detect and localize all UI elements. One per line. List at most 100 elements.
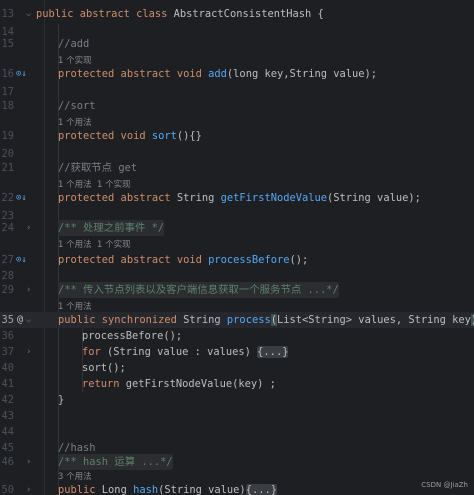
- implemented-method-icon[interactable]: ⊙↓: [16, 190, 27, 206]
- line-number: 21: [1, 162, 14, 174]
- code-text: protected abstract String getFirstNodeVa…: [58, 190, 421, 206]
- line-number: 42: [1, 394, 14, 406]
- method-name: hash: [133, 484, 159, 495]
- params: (String value);: [327, 192, 421, 204]
- code-text: sort();: [82, 362, 126, 374]
- type-name: String: [176, 192, 221, 204]
- fold-chevron-icon[interactable]: ›: [26, 454, 31, 470]
- code-line-37[interactable]: 37 › for (String value : values) {...}: [0, 344, 474, 360]
- code-line-36[interactable]: 36 processBefore();: [0, 328, 474, 344]
- code-line-42[interactable]: 42 }: [0, 392, 474, 408]
- code-line-24[interactable]: 24 › /** 处理之前事件 */: [0, 220, 474, 236]
- code-text: public abstract class AbstractConsistent…: [36, 6, 324, 22]
- return-expr: getFirstNodeValue(key) ;: [125, 378, 276, 390]
- code-line-29[interactable]: 29 › /** 传入节点列表以及客户端信息获取一个服务节点 ...*/: [0, 282, 474, 298]
- code-text: public synchronized String process(List<…: [58, 312, 474, 328]
- type-name: String: [183, 314, 227, 326]
- keyword: for: [82, 346, 108, 358]
- code-line-16[interactable]: 16 ⊙↓ protected abstract void add(long k…: [0, 66, 474, 82]
- line-number: 50: [1, 484, 14, 495]
- method-name: process: [226, 314, 271, 326]
- line-number: 41: [1, 378, 14, 390]
- method-name: add: [208, 68, 227, 80]
- line-number: 46: [1, 456, 14, 468]
- keyword: public: [58, 484, 102, 495]
- code-line-46[interactable]: 46 › /** hash 运算 ...*/: [0, 454, 474, 470]
- line-number: 37: [1, 346, 14, 358]
- code-text: protected abstract void add(long key,Str…: [58, 66, 377, 82]
- code-editor[interactable]: 13 ⌵ public abstract class AbstractConsi…: [0, 0, 474, 495]
- code-line-18[interactable]: 18 //sort: [0, 98, 474, 114]
- code-line-41[interactable]: 41 return getFirstNodeValue(key) ;: [0, 376, 474, 392]
- params: (long key,String value);: [226, 68, 378, 80]
- comment-sort: //sort: [58, 100, 96, 112]
- line-number: 18: [1, 100, 14, 112]
- fold-chevron-icon[interactable]: ›: [26, 344, 31, 360]
- watermark: CSDN @JiaZh: [421, 481, 468, 489]
- line-number: 27: [1, 254, 14, 266]
- implemented-method-icon[interactable]: ⊙↓: [16, 66, 27, 82]
- params: ();: [289, 254, 309, 266]
- usage-hint-before[interactable]: 1 个用法 1 个实现: [58, 238, 131, 252]
- code-line-50[interactable]: 50 › public Long hash(String value){...}: [0, 482, 474, 495]
- line-number: 40: [1, 362, 14, 374]
- line-number: 16: [1, 68, 14, 80]
- line-number: 19: [1, 130, 14, 142]
- method-name: processBefore: [208, 254, 290, 266]
- implemented-method-icon[interactable]: ⊙↓: [16, 252, 27, 268]
- line-number: 22: [1, 192, 14, 204]
- code-text: return getFirstNodeValue(key) ;: [82, 376, 276, 392]
- class-name: AbstractConsistentHash {: [173, 8, 324, 20]
- comment-add: //add: [58, 38, 90, 50]
- line-number: 44: [1, 426, 14, 438]
- code-line-21[interactable]: 21 //获取节点 get: [0, 160, 474, 176]
- line-number: 29: [1, 284, 14, 296]
- line-number: 24: [1, 222, 14, 234]
- line-number: 36: [1, 330, 14, 342]
- code-text: public Long hash(String value){...}: [58, 482, 277, 495]
- code-text: for (String value : values) {...}: [82, 344, 289, 360]
- method-name: getFirstNodeValue: [220, 192, 328, 204]
- fold-chevron-icon[interactable]: ›: [26, 482, 31, 495]
- line-number: 35: [1, 314, 14, 326]
- folded-block-chip[interactable]: {...}: [245, 484, 277, 495]
- keyword: public abstract class: [36, 8, 174, 20]
- fold-chevron-icon[interactable]: ›: [26, 282, 31, 298]
- code-line-40[interactable]: 40 sort();: [0, 360, 474, 376]
- params: (){}: [176, 130, 202, 142]
- params: List<String> values, String key: [276, 314, 471, 326]
- doc-comment-hash[interactable]: /** hash 运算 ...*/: [58, 454, 173, 470]
- keyword: return: [82, 378, 126, 390]
- line-number: 43: [1, 410, 14, 422]
- keyword: protected abstract void: [58, 68, 209, 80]
- fold-chevron-icon[interactable]: ⌵: [26, 6, 31, 22]
- code-text: protected void sort(){}: [58, 128, 202, 144]
- comment-get: //获取节点 get: [58, 162, 138, 174]
- folded-block-chip[interactable]: {...}: [257, 346, 289, 358]
- fold-chevron-icon[interactable]: ⌵: [26, 312, 31, 328]
- loop-header: (String value : values): [107, 346, 258, 358]
- line-number: 15: [1, 38, 14, 50]
- code-text: protected abstract void processBefore();: [58, 252, 308, 268]
- code-line-19[interactable]: 19 protected void sort(){}: [0, 128, 474, 144]
- keyword: protected void: [58, 130, 152, 142]
- code-line-13[interactable]: 13 ⌵ public abstract class AbstractConsi…: [0, 6, 474, 22]
- code-line-27[interactable]: 27 ⊙↓ protected abstract void processBef…: [0, 252, 474, 268]
- keyword: public synchronized: [58, 314, 184, 326]
- line-number: 13: [1, 8, 14, 20]
- code-text: }: [58, 394, 65, 406]
- doc-comment-process[interactable]: /** 传入节点列表以及客户端信息获取一个服务节点 ...*/: [58, 282, 339, 298]
- code-line-22[interactable]: 22 ⊙↓ protected abstract String getFirst…: [0, 190, 474, 206]
- keyword: protected abstract: [58, 192, 177, 204]
- code-line-35[interactable]: 35 @ ⌵ public synchronized String proces…: [0, 312, 474, 328]
- code-line-44[interactable]: 44: [0, 424, 474, 440]
- params: (String value): [158, 484, 246, 495]
- code-text: processBefore();: [82, 330, 183, 342]
- method-name: sort: [151, 130, 177, 142]
- fold-chevron-icon[interactable]: ›: [26, 220, 31, 236]
- code-line-43[interactable]: 43: [0, 408, 474, 424]
- code-line-15[interactable]: 15 //add: [0, 36, 474, 52]
- type-name: Long: [101, 484, 134, 495]
- doc-comment-before[interactable]: /** 处理之前事件 */: [58, 220, 165, 236]
- at-icon[interactable]: @: [17, 312, 23, 328]
